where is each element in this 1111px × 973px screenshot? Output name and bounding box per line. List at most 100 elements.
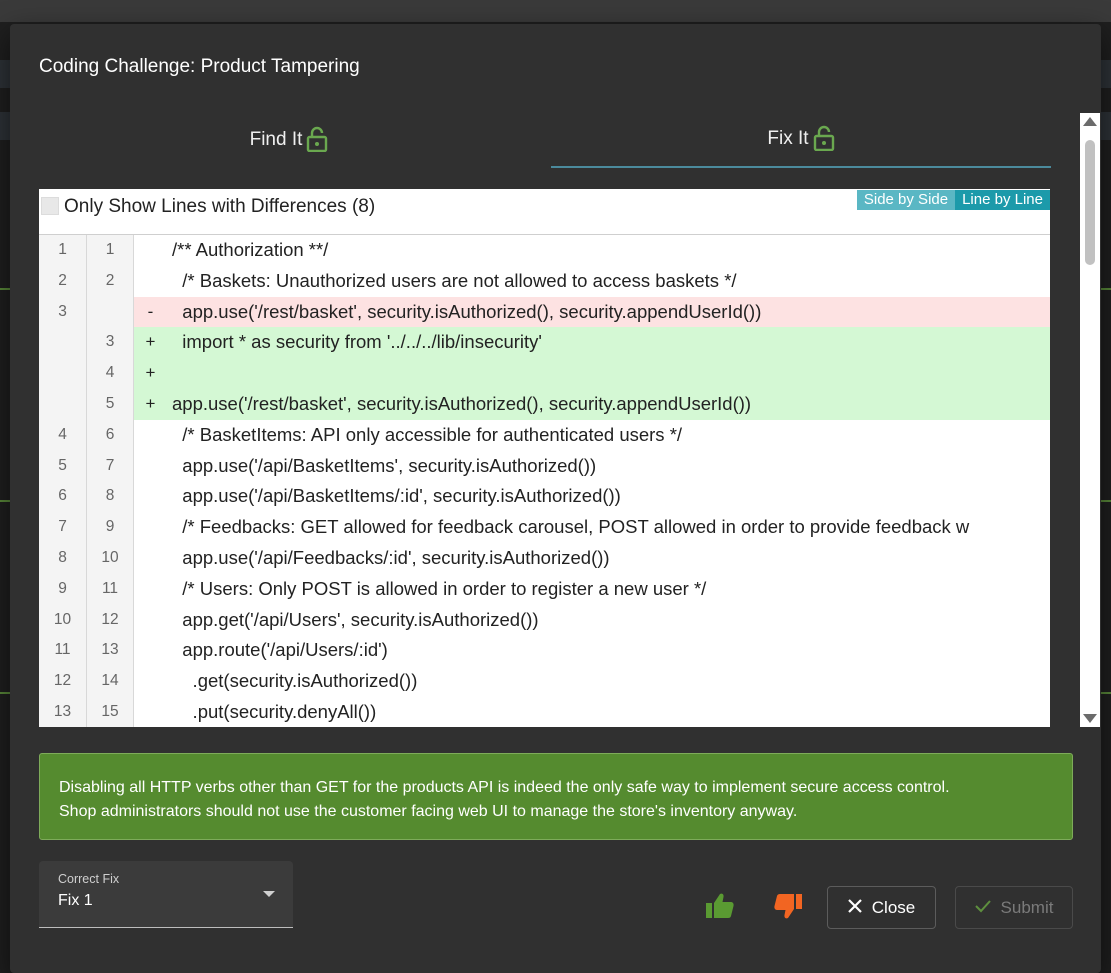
new-line-number: 12 bbox=[87, 604, 134, 636]
diff-sign bbox=[134, 451, 167, 482]
new-line-number: 15 bbox=[87, 696, 134, 727]
scrollbar-thumb[interactable] bbox=[1085, 140, 1095, 265]
code-text: app.use('/api/BasketItems', security.isA… bbox=[172, 454, 597, 476]
diff-sign: - bbox=[147, 301, 154, 321]
background-divider bbox=[1101, 692, 1111, 694]
old-line-number bbox=[39, 327, 87, 359]
diff-viewer: Only Show Lines with Differences (8) Sid… bbox=[39, 189, 1050, 727]
only-differences-label: Only Show Lines with Differences (8) bbox=[64, 196, 376, 217]
scroll-down-arrow-icon[interactable] bbox=[1083, 714, 1097, 723]
new-line-number: 1 bbox=[87, 235, 134, 266]
tab-find-it-label: Find It bbox=[249, 129, 303, 150]
code-text: /* BasketItems: API only accessible for … bbox=[172, 423, 683, 445]
diff-line: 3 + import * as security from '../../../l… bbox=[39, 327, 1050, 359]
lock-open-icon bbox=[306, 126, 328, 153]
thumbs-down-button[interactable] bbox=[772, 890, 804, 922]
new-line-number: 10 bbox=[87, 542, 134, 574]
check-icon bbox=[974, 898, 991, 918]
diff-sign bbox=[134, 635, 167, 666]
code-text: app.use('/rest/basket', security.isAutho… bbox=[172, 392, 752, 414]
diff-filter-bar: Only Show Lines with Differences (8) Sid… bbox=[39, 189, 1050, 235]
correct-fix-select[interactable]: Correct Fix Fix 1 bbox=[39, 861, 293, 928]
challenge-tabs: Find It Fix It bbox=[39, 112, 1051, 168]
tab-fix-it-label: Fix It bbox=[767, 128, 809, 149]
old-line-number: 12 bbox=[39, 666, 87, 697]
code-text: import * as security from '../../../lib/… bbox=[172, 331, 542, 353]
feedback-line-2: Shop administrators should not use the c… bbox=[59, 803, 798, 820]
diff-sign bbox=[134, 235, 167, 266]
correct-fix-label: Correct Fix bbox=[58, 872, 120, 886]
diff-sign: + bbox=[145, 393, 156, 413]
new-line-number: 9 bbox=[87, 512, 134, 543]
old-line-number: 7 bbox=[39, 512, 87, 543]
code-text: /* Users: Only POST is allowed in order … bbox=[172, 577, 707, 599]
new-line-number: 8 bbox=[87, 481, 134, 513]
old-line-number: 6 bbox=[39, 481, 87, 513]
new-line-number: 6 bbox=[87, 419, 134, 451]
only-differences-checkbox[interactable] bbox=[41, 197, 59, 215]
thumbs-up-button[interactable] bbox=[704, 890, 736, 922]
code-text: .put(security.denyAll()) bbox=[172, 700, 377, 722]
new-line-number: 13 bbox=[87, 635, 134, 667]
side-by-side-button[interactable]: Side by Side bbox=[856, 190, 956, 210]
tab-fix-it[interactable]: Fix It bbox=[551, 112, 1051, 168]
diff-line: 5 + app.use('/rest/basket', security.isAut… bbox=[39, 388, 1050, 420]
diff-sign bbox=[134, 420, 167, 451]
new-line-number: 14 bbox=[87, 666, 134, 697]
old-line-number: 4 bbox=[39, 419, 87, 451]
old-line-number: 13 bbox=[39, 696, 87, 727]
code-text: app.use('/api/Feedbacks/:id', security.i… bbox=[172, 546, 610, 568]
new-line-number: 2 bbox=[87, 265, 134, 297]
code-text: app.use('/api/BasketItems/:id', security… bbox=[172, 485, 621, 507]
new-line-number: 3 bbox=[87, 327, 134, 359]
diff-sign bbox=[134, 666, 167, 697]
diff-line: 1 1 /** Authorization **/ bbox=[39, 235, 1050, 266]
line-by-line-button[interactable]: Line by Line bbox=[955, 190, 1050, 210]
diff-sign: + bbox=[145, 363, 156, 383]
coding-challenge-dialog: Coding Challenge: Product Tampering Find… bbox=[10, 24, 1101, 973]
close-button-label: Close bbox=[871, 897, 916, 917]
scroll-up-arrow-icon[interactable] bbox=[1083, 117, 1097, 126]
code-text: /** Authorization **/ bbox=[172, 239, 329, 260]
diff-sign bbox=[134, 512, 167, 543]
diff-sign: + bbox=[145, 332, 156, 352]
new-line-number bbox=[87, 296, 134, 328]
old-line-number: 3 bbox=[39, 296, 87, 328]
new-line-number: 7 bbox=[87, 450, 134, 482]
diff-sign bbox=[134, 266, 167, 297]
diff-line: 10 12 app.get('/api/Users', security.isAu… bbox=[39, 604, 1050, 636]
submit-button-label: Submit bbox=[1000, 897, 1054, 917]
feedback-line-1: Disabling all HTTP verbs other than GET … bbox=[59, 779, 950, 796]
diff-line: 57 app.use('/api/BasketItems', security.… bbox=[39, 450, 1050, 482]
code-text: /* Feedbacks: GET allowed for feedback c… bbox=[172, 516, 970, 538]
old-line-number: 10 bbox=[39, 604, 87, 636]
diff-line: 22 /* Baskets: Unauthorized users are no… bbox=[39, 265, 1050, 297]
old-line-number: 9 bbox=[39, 573, 87, 605]
tab-find-it[interactable]: Find It bbox=[39, 112, 539, 168]
background-divider bbox=[1101, 288, 1111, 290]
old-line-number bbox=[39, 358, 87, 389]
background-top-bar bbox=[0, 0, 1111, 22]
diff-code-lines: 1 1 /** Authorization **/ 2 2 /* Baskets: Un… bbox=[39, 235, 1050, 727]
thumbs-down-icon bbox=[774, 894, 802, 919]
diff-sign bbox=[134, 697, 167, 727]
diff-line: 8 10 app.use('/api/Feedbacks/:id', securi… bbox=[39, 542, 1050, 574]
old-line-number bbox=[39, 388, 87, 420]
view-toggle: Side by Side Line by Line bbox=[856, 190, 1050, 210]
diff-sign bbox=[134, 574, 167, 605]
background-divider bbox=[0, 500, 10, 502]
diff-line: 13 15 .put(security.denyAll()) bbox=[39, 696, 1050, 727]
code-text: .get(security.isAuthorized()) bbox=[172, 670, 418, 692]
code-text: app.get('/api/Users', security.isAuthori… bbox=[172, 608, 539, 630]
diff-line: 12 14 .get(security.isAuthorized()) bbox=[39, 666, 1050, 697]
old-line-number: 2 bbox=[39, 265, 87, 297]
feedback-message: Disabling all HTTP verbs other than GET … bbox=[39, 753, 1073, 840]
close-button[interactable]: Close bbox=[827, 886, 936, 929]
code-text: /* Baskets: Unauthorized users are not a… bbox=[172, 269, 737, 291]
new-line-number: 11 bbox=[87, 573, 134, 605]
vertical-scrollbar[interactable] bbox=[1080, 113, 1100, 727]
old-line-number: 1 bbox=[39, 235, 87, 266]
new-line-number: 4 bbox=[87, 358, 134, 389]
submit-button[interactable]: Submit bbox=[955, 886, 1073, 929]
